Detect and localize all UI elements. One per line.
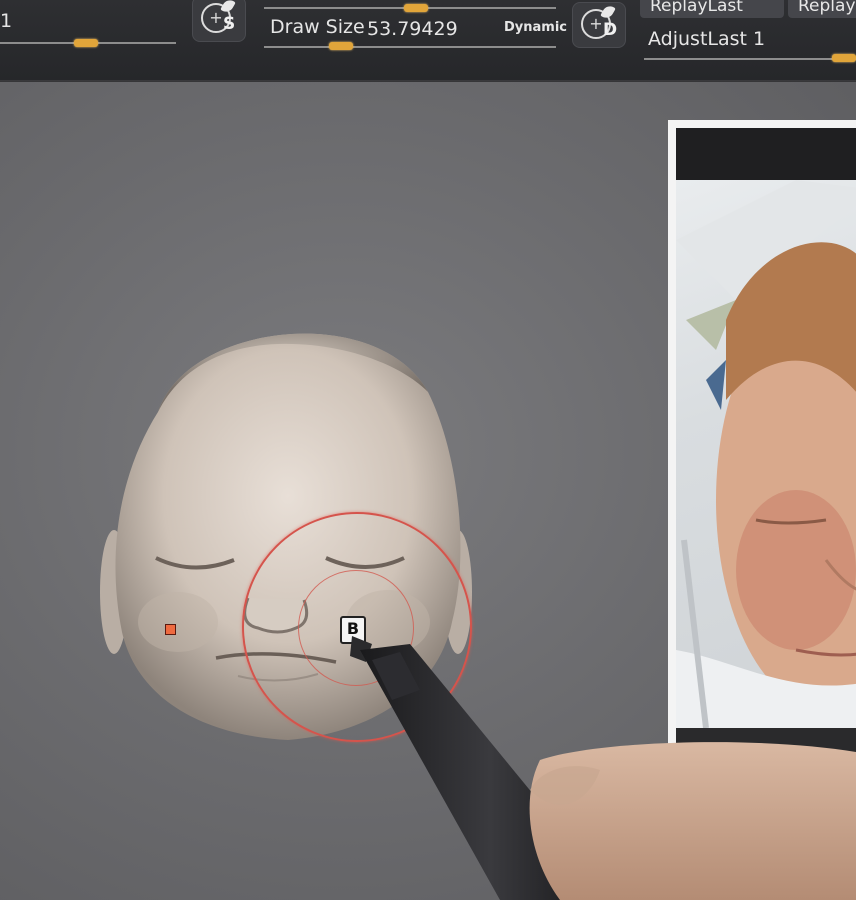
stylus-and-hand-overlay [350,636,856,900]
finger [529,742,856,900]
